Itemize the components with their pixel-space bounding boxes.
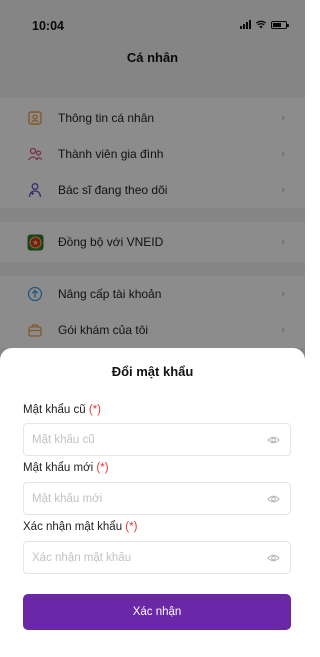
eye-icon[interactable] — [267, 552, 280, 564]
new-password-field — [23, 482, 291, 515]
field-label-text: Mật khẩu mới — [23, 462, 94, 474]
old-password-input[interactable] — [24, 424, 254, 455]
new-password-input[interactable] — [24, 483, 254, 514]
old-password-label: Mật khẩu cũ (*) — [23, 404, 101, 416]
confirm-password-field — [23, 541, 291, 574]
eye-icon[interactable] — [267, 493, 280, 505]
required-mark: (*) — [96, 462, 109, 474]
required-mark: (*) — [125, 521, 138, 533]
confirm-password-input[interactable] — [24, 542, 254, 573]
field-label-text: Xác nhận mật khẩu — [23, 521, 123, 533]
change-password-sheet: Đổi mật khẩu Mật khẩu cũ (*) Mật khẩu mớ… — [0, 348, 305, 657]
required-mark: (*) — [88, 404, 101, 416]
confirm-password-label: Xác nhận mật khẩu (*) — [23, 521, 137, 533]
sheet-title: Đổi mật khẩu — [111, 364, 194, 379]
old-password-field — [23, 423, 291, 456]
new-password-label: Mật khẩu mới (*) — [23, 462, 109, 474]
field-label-text: Mật khẩu cũ — [23, 404, 86, 416]
confirm-button[interactable]: Xác nhận — [23, 594, 291, 630]
eye-icon[interactable] — [267, 434, 280, 446]
